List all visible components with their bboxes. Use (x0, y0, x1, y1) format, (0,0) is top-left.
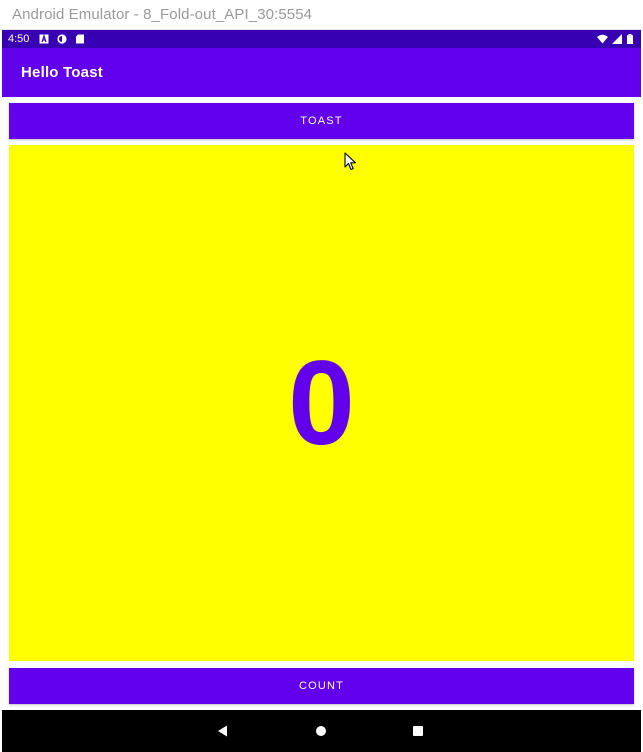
count-button[interactable]: COUNT (9, 668, 634, 704)
status-time: 4:50 (8, 33, 30, 45)
notification-a-icon (39, 34, 49, 44)
status-right (597, 34, 633, 44)
battery-icon (627, 34, 633, 44)
status-bar: 4:50 (2, 30, 641, 48)
app-bar: Hello Toast (2, 48, 641, 97)
window-title: Android Emulator - 8_Fold-out_API_30:555… (12, 6, 313, 23)
toast-button[interactable]: TOAST (9, 103, 634, 139)
emulator-titlebar: Android Emulator - 8_Fold-out_API_30:555… (0, 0, 643, 30)
nav-bar (2, 710, 641, 752)
count-value: 0 (288, 336, 355, 470)
home-icon[interactable] (301, 710, 341, 752)
sd-card-icon (75, 34, 85, 44)
back-icon[interactable] (203, 710, 243, 752)
signal-icon (612, 34, 622, 44)
wifi-icon (597, 34, 608, 44)
status-left: 4:50 (8, 33, 85, 45)
device-screen: 4:50 Hello Toast TOAST 0 COUNT (2, 30, 641, 752)
count-panel: 0 (9, 145, 634, 661)
sync-icon (57, 34, 68, 44)
recents-icon[interactable] (398, 710, 438, 752)
app-title: Hello Toast (21, 64, 103, 81)
